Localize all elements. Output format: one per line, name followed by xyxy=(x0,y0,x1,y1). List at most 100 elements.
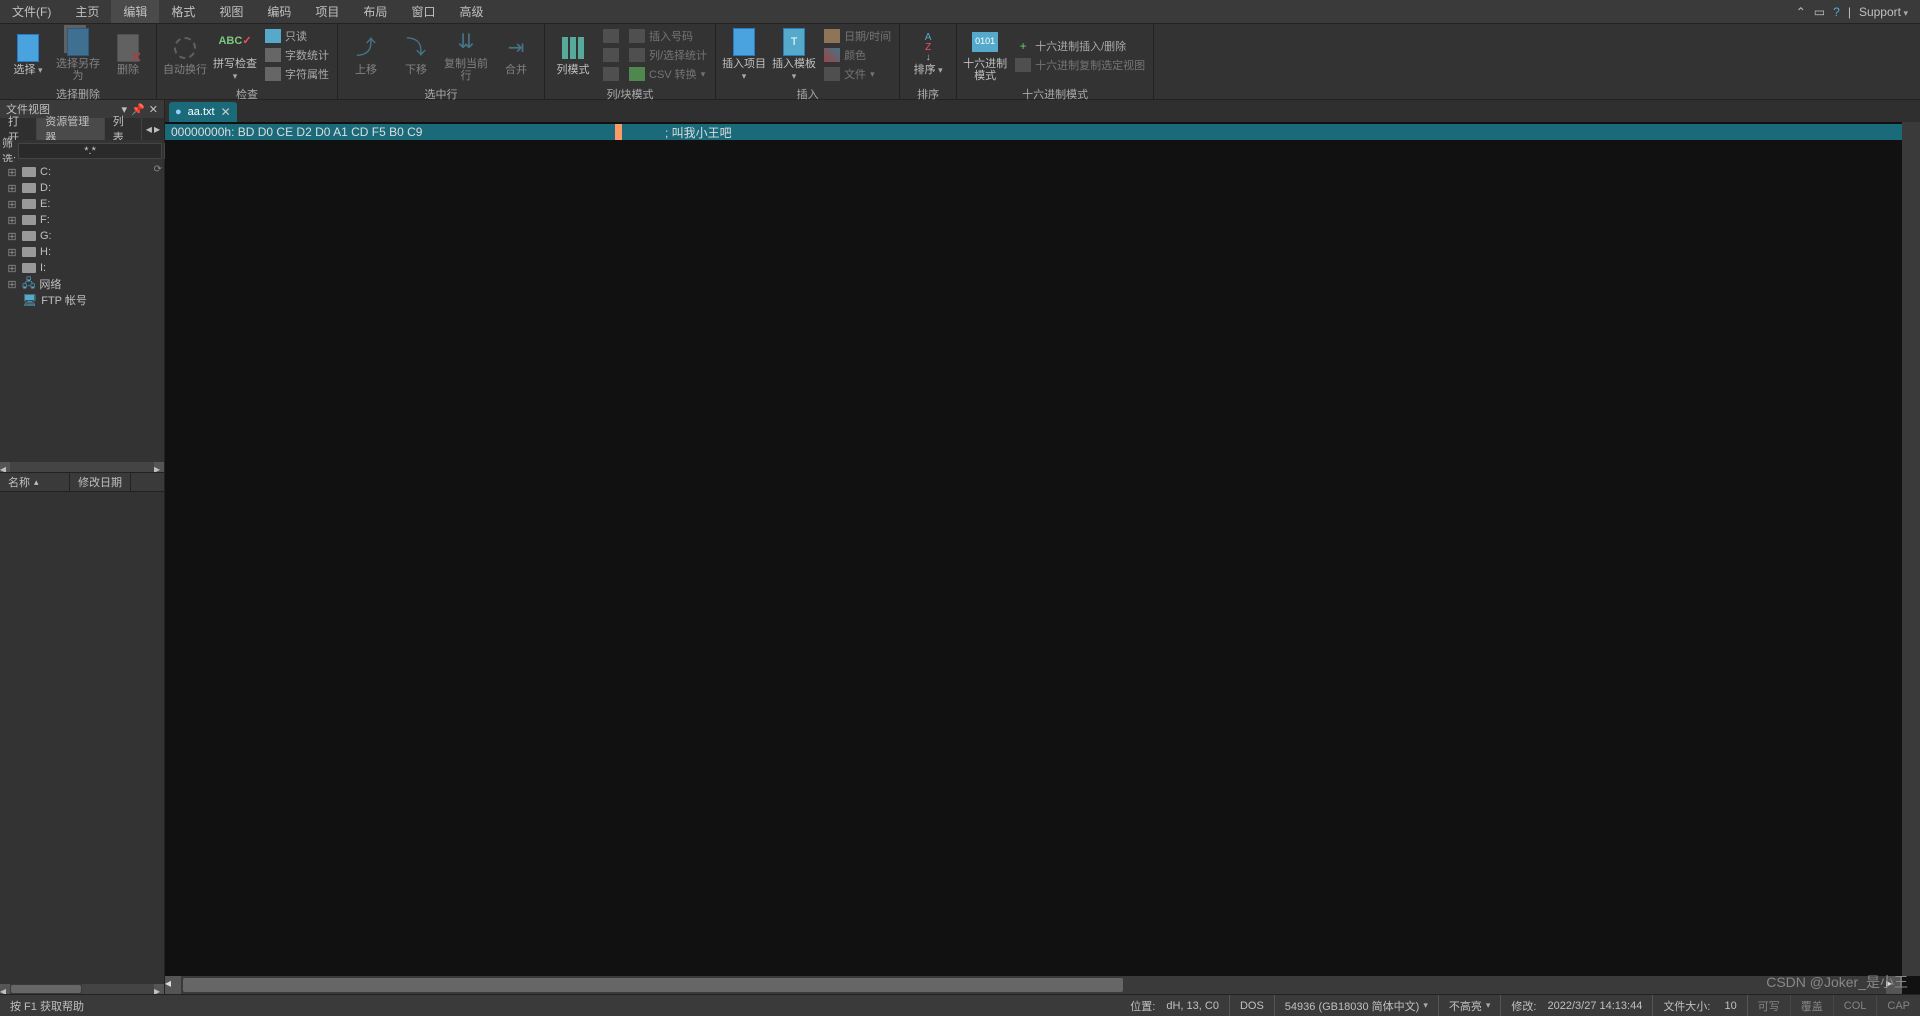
window-icon[interactable]: ▭ xyxy=(1814,5,1825,19)
col-icon-2[interactable] xyxy=(599,46,623,64)
editor-h-scrollbar[interactable]: ◂▸ xyxy=(165,976,1902,994)
select-button[interactable]: 选择 xyxy=(4,26,52,84)
status-cap[interactable]: CAP xyxy=(1877,995,1920,1016)
column-mode-button[interactable]: 列模式 xyxy=(549,26,597,84)
tree-item-c[interactable]: ⊞C: xyxy=(0,164,164,180)
tab-close-icon[interactable]: ✕ xyxy=(221,105,231,119)
tree-item-e[interactable]: ⊞E: xyxy=(0,196,164,212)
save-selection-as-button[interactable]: 选择另存为 xyxy=(54,26,102,84)
drive-icon xyxy=(22,247,36,257)
menu-window[interactable]: 窗口 xyxy=(399,0,447,23)
refresh-icon[interactable]: ⟳ xyxy=(154,164,162,175)
insert-date-button[interactable]: 日期/时间 xyxy=(820,27,895,45)
move-up-button[interactable]: ⤴上移 xyxy=(342,26,390,84)
tab-scroll-right-icon[interactable]: ▸ xyxy=(154,122,160,136)
status-position[interactable]: 位置: dH, 13, C0 xyxy=(1120,995,1230,1016)
ftp-icon: 🖥 xyxy=(22,293,37,307)
filter-input[interactable] xyxy=(18,143,162,159)
status-encoding[interactable]: 54936 (GB18030 简体中文) xyxy=(1275,995,1439,1016)
col-icon-1[interactable] xyxy=(599,27,623,45)
ribbon-group-selected-line: ⤴上移 ⤵下移 ⇊复制当前行 ⇥合并 选中行 xyxy=(338,24,545,99)
tree-item-d[interactable]: ⊞D: xyxy=(0,180,164,196)
panel-close-icon[interactable]: ✕ xyxy=(149,103,158,116)
tab-modified-icon: ● xyxy=(175,106,182,118)
tree-item-g[interactable]: ⊞G: xyxy=(0,228,164,244)
hex-address: 00000000h: xyxy=(165,125,234,139)
ribbon-group-select-delete: 选择 选择另存为 删除 选择删除 xyxy=(0,24,157,99)
support-button[interactable]: Support xyxy=(1859,5,1908,19)
status-readwrite[interactable]: 可写 xyxy=(1748,995,1791,1016)
menu-edit[interactable]: 编辑 xyxy=(111,0,159,23)
editor-v-scrollbar[interactable] xyxy=(1902,122,1920,976)
hex-ascii: ; 叫我小王吧 xyxy=(665,124,732,141)
status-modified: 修改: 2022/3/27 14:13:44 xyxy=(1501,995,1653,1016)
word-count-button[interactable]: 字数统计 xyxy=(261,46,333,64)
menu-advanced[interactable]: 高级 xyxy=(447,0,495,23)
col-name[interactable]: 名称 xyxy=(0,473,70,491)
tree-item-network[interactable]: ⊞🖧网络 xyxy=(0,276,164,292)
tab-filename: aa.txt xyxy=(188,106,215,118)
status-help: 按 F1 获取帮助 xyxy=(0,995,94,1016)
help-icon[interactable]: ? xyxy=(1833,5,1840,19)
menu-view[interactable]: 视图 xyxy=(207,0,255,23)
insert-color-button[interactable]: 颜色 xyxy=(820,46,895,64)
ribbon-group-hex: 0101十六进制模式 +十六进制插入/删除 十六进制复制选定视图 十六进制模式 xyxy=(957,24,1154,99)
menu-format[interactable]: 格式 xyxy=(159,0,207,23)
file-list-h-scrollbar[interactable]: ◂▸ xyxy=(0,984,164,994)
duplicate-line-button[interactable]: ⇊复制当前行 xyxy=(442,26,490,84)
tree-item-h[interactable]: ⊞H: xyxy=(0,244,164,260)
hex-mode-button[interactable]: 0101十六进制模式 xyxy=(961,26,1009,84)
menu-bar: 文件(F) 主页 编辑 格式 视图 编码 项目 布局 窗口 高级 ⌃ ▭ ? |… xyxy=(0,0,1920,24)
word-wrap-button[interactable]: 自动换行 xyxy=(161,26,209,84)
tree-h-scrollbar[interactable]: ◂▸ xyxy=(0,462,164,472)
insert-file-button[interactable]: 文件 xyxy=(820,65,895,83)
merge-button[interactable]: ⇥合并 xyxy=(492,26,540,84)
status-overwrite[interactable]: 覆盖 xyxy=(1791,995,1834,1016)
insert-item-button[interactable]: 插入项目 xyxy=(720,26,768,84)
hex-cursor xyxy=(615,124,622,140)
col-icon-3[interactable] xyxy=(599,65,623,83)
menu-layout[interactable]: 布局 xyxy=(351,0,399,23)
spell-check-button[interactable]: ABC✓拼写检查 xyxy=(211,26,259,84)
hex-insert-delete-button[interactable]: +十六进制插入/删除 xyxy=(1011,37,1149,55)
drive-icon xyxy=(22,215,36,225)
sidebar-tab-explorer[interactable]: 资源管理器 xyxy=(37,118,105,140)
tree-item-f[interactable]: ⊞F: xyxy=(0,212,164,228)
move-down-button[interactable]: ⤵下移 xyxy=(392,26,440,84)
ribbon: 选择 选择另存为 删除 选择删除 自动换行 ABC✓拼写检查 只读 字数统计 字… xyxy=(0,24,1920,100)
menu-file[interactable]: 文件(F) xyxy=(0,0,63,23)
csv-convert-button[interactable]: CSV 转换 xyxy=(625,65,711,83)
status-col[interactable]: COL xyxy=(1834,995,1878,1016)
readonly-button[interactable]: 只读 xyxy=(261,27,333,45)
hex-editor[interactable]: 00000000h: BD D0 CE D2 D0 A1 CD F5 B0 C9… xyxy=(165,122,1920,994)
hex-line-0[interactable]: 00000000h: BD D0 CE D2 D0 A1 CD F5 B0 C9… xyxy=(165,124,1902,140)
tree-item-ftp[interactable]: 🖥FTP 帐号 xyxy=(0,292,164,308)
hex-copy-view-button[interactable]: 十六进制复制选定视图 xyxy=(1011,56,1149,74)
tab-scroll-left-icon[interactable]: ◂ xyxy=(146,122,152,136)
filter-row: 筛选: › 📁 xyxy=(0,140,164,162)
network-icon: 🖧 xyxy=(22,274,35,295)
menu-home[interactable]: 主页 xyxy=(63,0,111,23)
col-modified[interactable]: 修改日期 xyxy=(70,473,131,491)
file-tab-aa[interactable]: ● aa.txt ✕ xyxy=(169,102,237,122)
ribbon-group-insert: 插入项目 T插入模板 日期/时间 颜色 文件 插入 xyxy=(716,24,900,99)
hex-bytes[interactable]: BD D0 CE D2 D0 A1 CD F5 B0 C9 xyxy=(234,125,422,139)
char-props-button[interactable]: 字符属性 xyxy=(261,65,333,83)
menu-project[interactable]: 项目 xyxy=(303,0,351,23)
insert-template-button[interactable]: T插入模板 xyxy=(770,26,818,84)
status-highlight[interactable]: 不高亮 xyxy=(1439,995,1502,1016)
collapse-ribbon-icon[interactable]: ⌃ xyxy=(1796,5,1806,19)
status-eol[interactable]: DOS xyxy=(1230,995,1275,1016)
delete-button[interactable]: 删除 xyxy=(104,26,152,84)
insert-number-button[interactable]: 插入号码 xyxy=(625,27,711,45)
file-list-headers: 名称 修改日期 xyxy=(0,472,164,492)
ribbon-group-sort: AZ↓排序 排序 xyxy=(900,24,957,99)
drive-icon xyxy=(22,183,36,193)
drive-tree[interactable]: ⟳ ⊞C: ⊞D: ⊞E: ⊞F: ⊞G: ⊞H: ⊞I: ⊞🖧网络 🖥FTP … xyxy=(0,162,164,462)
sidebar-tab-list[interactable]: 列表 xyxy=(105,118,142,140)
sort-button[interactable]: AZ↓排序 xyxy=(904,26,952,84)
file-list[interactable] xyxy=(0,492,164,984)
menu-encoding[interactable]: 编码 xyxy=(255,0,303,23)
col-stats-button[interactable]: 列/选择统计 xyxy=(625,46,711,64)
panel-pin-icon[interactable]: 📌 xyxy=(131,103,145,116)
